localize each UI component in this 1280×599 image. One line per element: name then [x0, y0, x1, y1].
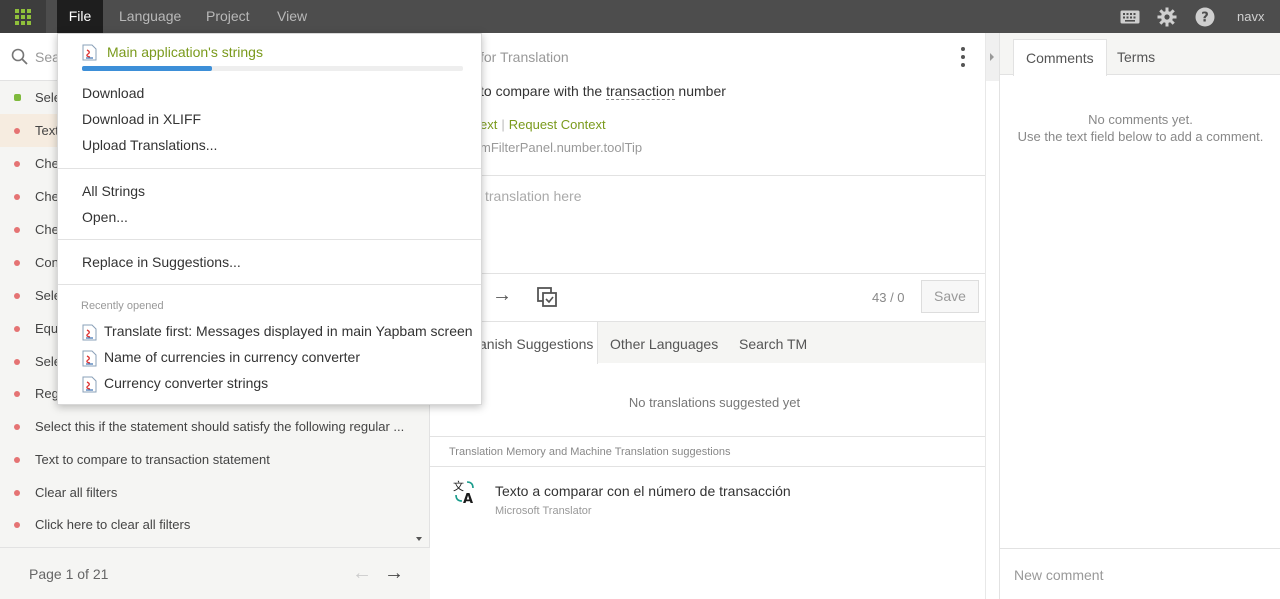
status-dot: [14, 161, 20, 167]
next-page-icon[interactable]: →: [384, 562, 404, 585]
arrow-right-icon[interactable]: →: [492, 284, 512, 307]
tab-search-tm[interactable]: Search TM: [739, 322, 807, 364]
java-file-icon: [82, 324, 97, 341]
string-row[interactable]: Text to compare to transaction statement: [0, 443, 428, 476]
recent-project-item[interactable]: Name of currencies in currency converter: [82, 349, 360, 367]
menu-view[interactable]: View: [277, 0, 307, 33]
menu-file[interactable]: File: [57, 0, 103, 33]
no-suggestions-text: No translations suggested yet: [628, 395, 801, 410]
project-selector[interactable]: Main application's strings: [82, 44, 263, 61]
string-row[interactable]: Click here to clear all filters: [0, 508, 428, 541]
tm-suggestion-text[interactable]: Texto a comparar con el número de transa…: [495, 483, 791, 499]
menu-all-strings[interactable]: All Strings: [82, 183, 145, 199]
glossary-term[interactable]: transaction: [606, 83, 675, 100]
page-indicator: Page 1 of 21: [29, 566, 109, 582]
comments-panel: Comments Terms No comments yet. Use the …: [999, 33, 1280, 599]
menu-download-xliff[interactable]: Download in XLIFF: [82, 111, 201, 127]
string-row[interactable]: Select this if the statement should sati…: [0, 410, 428, 443]
user-name[interactable]: navx: [1237, 0, 1264, 33]
string-key: mFilterPanel.number.toolTip: [480, 140, 643, 155]
new-comment-input[interactable]: New comment: [1000, 548, 1280, 599]
source-string: to compare with the transaction number: [480, 83, 726, 100]
pager: Page 1 of 21 ← →: [0, 547, 430, 599]
status-dot: [14, 424, 20, 430]
save-button[interactable]: Save: [921, 280, 979, 313]
status-dot: [14, 359, 20, 365]
status-dot: [14, 293, 20, 299]
tab-comments[interactable]: Comments: [1013, 39, 1107, 76]
copy-source-icon[interactable]: [536, 286, 558, 308]
menu-open[interactable]: Open...: [82, 209, 128, 225]
status-dot: [14, 194, 20, 200]
file-menu-dropdown: Main application's strings Download Down…: [57, 33, 482, 405]
status-dot: [14, 490, 20, 496]
translator-icon: 文 A: [453, 479, 474, 505]
status-dot: [14, 391, 20, 397]
tm-section-header: Translation Memory and Machine Translati…: [430, 436, 999, 467]
tab-other-languages[interactable]: Other Languages: [610, 322, 718, 364]
help-icon[interactable]: ?: [1193, 0, 1217, 33]
context-links: ext | Request Context: [480, 117, 606, 132]
no-comments-text: No comments yet. Use the text field belo…: [1017, 112, 1264, 144]
panel-splitter[interactable]: [985, 33, 999, 599]
request-context-link[interactable]: Request Context: [509, 117, 606, 132]
gear-icon[interactable]: [1155, 0, 1179, 33]
more-options-icon[interactable]: [960, 47, 966, 67]
search-icon: [11, 48, 28, 65]
editor-panel: for Translation to compare with the tran…: [430, 33, 999, 599]
java-file-icon: [82, 376, 97, 393]
menu-replace-in-suggestions[interactable]: Replace in Suggestions...: [82, 254, 241, 270]
recent-project-item[interactable]: Translate first: Messages displayed in m…: [82, 323, 473, 341]
comments-tabs: Comments Terms: [1000, 33, 1280, 76]
tm-suggestion-source: Microsoft Translator: [495, 505, 592, 517]
project-progress-bar: [82, 66, 463, 71]
status-dot: [14, 128, 20, 134]
status-dot: [14, 227, 20, 233]
collapse-arrow-icon[interactable]: [990, 53, 994, 61]
status-dot: [14, 326, 20, 332]
translation-input[interactable]: translation here: [485, 188, 582, 204]
menu-project[interactable]: Project: [206, 0, 250, 33]
menu-upload-translations[interactable]: Upload Translations...: [82, 137, 217, 153]
string-row[interactable]: Clear all filters: [0, 476, 428, 509]
java-file-icon: [82, 350, 97, 367]
apps-grid-icon[interactable]: [0, 0, 46, 33]
suggestion-tabs: anish Suggestions Other Languages Search…: [430, 321, 999, 364]
menu-download[interactable]: Download: [82, 85, 144, 101]
context-link[interactable]: ext: [480, 117, 497, 132]
status-dot: [14, 260, 20, 266]
svg-text:A: A: [463, 492, 473, 505]
recently-opened-label: Recently opened: [81, 300, 164, 312]
svg-text:文: 文: [453, 479, 464, 493]
prev-page-icon[interactable]: ←: [352, 562, 372, 585]
top-bar: File Language Project View ? navx: [0, 0, 1280, 33]
char-count: 43 / 0: [872, 290, 905, 305]
svg-text:?: ?: [1201, 10, 1209, 25]
keyboard-icon[interactable]: [1118, 0, 1142, 33]
menu-language[interactable]: Language: [119, 0, 181, 33]
scroll-down-icon[interactable]: [416, 537, 422, 541]
status-dot: [14, 457, 20, 463]
status-dot: [14, 522, 20, 528]
status-dot: [14, 94, 21, 101]
tab-terms[interactable]: Terms: [1117, 39, 1155, 75]
recent-project-item[interactable]: Currency converter strings: [82, 375, 268, 393]
java-file-icon: [82, 44, 97, 61]
source-header: for Translation: [480, 49, 569, 65]
